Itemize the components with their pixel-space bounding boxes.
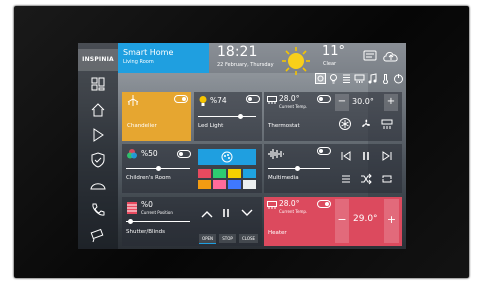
led-light-toggle[interactable] bbox=[246, 95, 260, 103]
ac-icon[interactable] bbox=[354, 73, 365, 84]
thermostat-toggle[interactable] bbox=[317, 95, 331, 103]
color-swatch[interactable] bbox=[213, 169, 226, 178]
shutter-close-button[interactable]: CLOSE bbox=[239, 234, 258, 243]
led-light-value: %74 bbox=[210, 96, 227, 105]
color-swatch[interactable] bbox=[198, 180, 211, 189]
weather-condition: Clear bbox=[323, 61, 337, 67]
shield-icon[interactable] bbox=[90, 152, 106, 168]
color-wheel-icon bbox=[127, 149, 137, 159]
play-icon[interactable] bbox=[90, 127, 106, 143]
chevron-up-icon[interactable] bbox=[200, 209, 214, 219]
color-swatches bbox=[198, 169, 258, 191]
garage-icon[interactable] bbox=[90, 177, 106, 193]
blinds-icon[interactable] bbox=[341, 73, 352, 84]
thermostat-set-temp: 30.0° bbox=[352, 97, 374, 106]
ac-icon bbox=[267, 96, 277, 104]
heater-icon bbox=[267, 201, 277, 209]
color-swatch[interactable] bbox=[243, 169, 256, 178]
room-header[interactable]: Smart Home Living Room bbox=[118, 43, 209, 73]
logo: INSPINIA bbox=[78, 49, 118, 71]
heater-current-temp: 28.0° bbox=[279, 199, 300, 208]
cloud-upload-icon[interactable] bbox=[382, 49, 400, 63]
ac-mode-icon[interactable] bbox=[381, 118, 393, 130]
thermostat-minus-button[interactable]: − bbox=[335, 94, 349, 111]
thermostat-plus-button[interactable]: + bbox=[384, 94, 398, 111]
blinds-icon bbox=[127, 202, 137, 214]
thermo-icon[interactable] bbox=[380, 73, 391, 84]
chandelier-tile[interactable]: Chandelier bbox=[122, 92, 191, 141]
smart-home-screen: INSPINIA Smart Home Living Room 18:21 22… bbox=[78, 43, 406, 249]
shutter-tile[interactable]: %0 Current Position Shutter/Blinds OPEN … bbox=[122, 197, 262, 246]
power-icon[interactable] bbox=[393, 73, 404, 84]
heater-plus-button[interactable]: + bbox=[384, 199, 399, 243]
snowflake-icon[interactable] bbox=[339, 118, 351, 130]
shutter-open-button[interactable]: OPEN bbox=[199, 234, 216, 244]
sidebar: INSPINIA bbox=[78, 43, 118, 249]
previous-icon[interactable] bbox=[340, 150, 352, 162]
sound-wave-icon bbox=[268, 149, 284, 159]
shutter-value-label: Current Position bbox=[141, 210, 173, 215]
message-icon[interactable] bbox=[363, 49, 377, 63]
multimedia-toggle[interactable] bbox=[317, 147, 331, 155]
led-light-slider[interactable] bbox=[198, 114, 256, 119]
multimedia-label: Multimedia bbox=[268, 175, 299, 181]
thermostat-current-temp-label: Current Temp. bbox=[279, 104, 308, 109]
music-icon[interactable] bbox=[367, 73, 378, 84]
clock-date: 22 February, Thursday bbox=[217, 62, 274, 68]
color-swatch[interactable] bbox=[213, 180, 226, 189]
next-icon[interactable] bbox=[381, 150, 393, 162]
shutter-label: Shutter/Blinds bbox=[126, 229, 165, 235]
chevron-down-icon[interactable] bbox=[240, 208, 254, 218]
heater-set-temp: 29.0° bbox=[353, 214, 378, 224]
scene-icon[interactable] bbox=[315, 73, 326, 84]
bulb-icon[interactable] bbox=[328, 73, 339, 84]
room-title: Smart Home bbox=[123, 48, 174, 57]
childrens-room-label: Children's Room bbox=[126, 175, 171, 181]
shutter-stop-button[interactable]: STOP bbox=[219, 234, 236, 243]
heater-tile[interactable]: 28.0° Current Temp. Heater − 29.0° + bbox=[264, 197, 402, 246]
playlist-icon[interactable] bbox=[340, 173, 352, 185]
multimedia-tile[interactable]: Multimedia bbox=[264, 144, 402, 193]
color-swatch[interactable] bbox=[198, 169, 211, 178]
dashboard-icon[interactable] bbox=[90, 76, 106, 92]
device-toolbar bbox=[314, 73, 404, 85]
pause-icon[interactable] bbox=[360, 150, 372, 162]
childrens-room-value: %50 bbox=[141, 149, 158, 158]
color-swatch[interactable] bbox=[243, 180, 256, 189]
bulb-icon bbox=[199, 96, 207, 106]
color-swatch[interactable] bbox=[228, 169, 241, 178]
home-icon[interactable] bbox=[90, 102, 106, 118]
childrens-room-tile[interactable]: %50 Children's Room bbox=[122, 144, 262, 193]
thermostat-current-temp: 28.0° bbox=[279, 94, 300, 103]
heater-toggle[interactable] bbox=[317, 200, 331, 208]
camera-icon[interactable] bbox=[90, 227, 106, 243]
shutter-value: %0 bbox=[141, 200, 153, 209]
room-subtitle: Living Room bbox=[123, 59, 154, 65]
led-light-label: Led Light bbox=[198, 123, 224, 129]
childrens-room-slider[interactable] bbox=[126, 166, 190, 171]
palette-icon bbox=[221, 151, 233, 163]
color-swatch[interactable] bbox=[228, 180, 241, 189]
chandelier-label: Chandelier bbox=[127, 123, 157, 129]
weather-temp: 11° bbox=[322, 44, 346, 59]
pause-icon[interactable] bbox=[220, 207, 232, 219]
chandelier-icon bbox=[127, 95, 139, 106]
heater-label: Heater bbox=[268, 230, 287, 236]
multimedia-volume-slider[interactable] bbox=[268, 166, 330, 171]
clock-time: 18:21 bbox=[217, 44, 258, 60]
shutter-slider[interactable] bbox=[126, 219, 190, 224]
phone-icon[interactable] bbox=[90, 202, 106, 218]
fan-icon[interactable] bbox=[360, 118, 372, 130]
led-light-tile[interactable]: %74 Led Light bbox=[194, 92, 262, 141]
heater-minus-button[interactable]: − bbox=[335, 199, 349, 243]
heater-current-temp-label: Current Temp. bbox=[279, 209, 308, 214]
repeat-icon[interactable] bbox=[381, 173, 393, 185]
thermostat-tile[interactable]: 28.0° Current Temp. Thermostat − 30.0° + bbox=[264, 92, 402, 141]
sun-icon bbox=[282, 47, 310, 75]
childrens-room-toggle[interactable] bbox=[177, 150, 191, 158]
chandelier-toggle[interactable] bbox=[174, 95, 188, 103]
thermostat-label: Thermostat bbox=[268, 123, 300, 129]
shuffle-icon[interactable] bbox=[360, 173, 372, 185]
color-mode-button[interactable] bbox=[198, 149, 256, 165]
